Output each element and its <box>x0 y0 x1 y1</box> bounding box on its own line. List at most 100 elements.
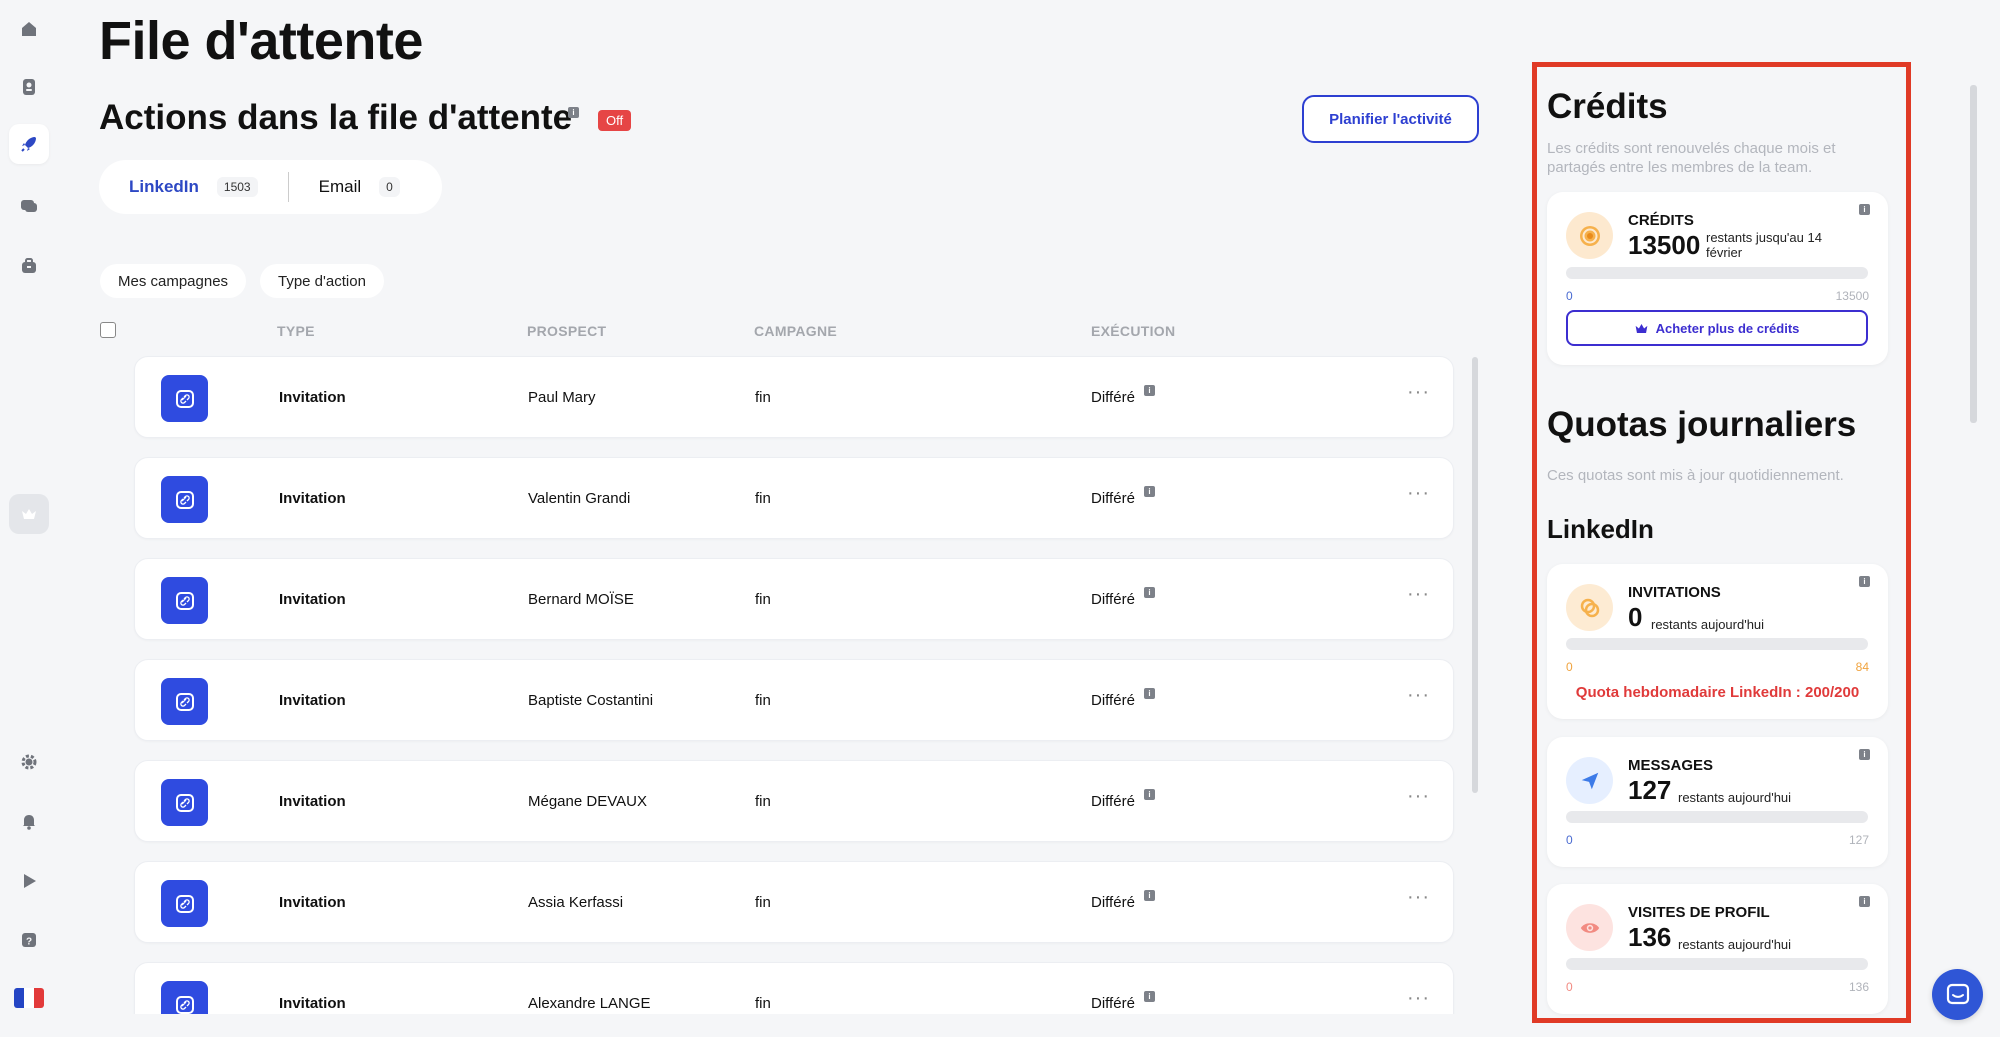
row-campaign: fin <box>755 692 771 709</box>
queue-scrollbar[interactable] <box>1472 357 1478 793</box>
nav-contacts-icon[interactable] <box>9 67 49 107</box>
table-row[interactable]: Invitation Paul Mary fin Différé i ··· <box>134 356 1454 438</box>
buy-credits-button[interactable]: Acheter plus de crédits <box>1566 310 1868 346</box>
tab-email[interactable]: Email 0 <box>287 172 430 202</box>
execution-info-icon[interactable]: i <box>1144 789 1155 800</box>
row-menu-icon[interactable]: ··· <box>1407 785 1430 808</box>
select-all-checkbox[interactable] <box>100 322 116 338</box>
credits-range-min: 0 <box>1566 289 1573 303</box>
support-chat-button[interactable] <box>1932 969 1983 1020</box>
execution-info-icon[interactable]: i <box>1144 890 1155 901</box>
credits-progress-bar <box>1566 267 1868 279</box>
table-row[interactable]: Invitation Assia Kerfassi fin Différé i … <box>134 861 1454 943</box>
table-row[interactable]: Invitation Alexandre LANGE fin Différé i… <box>134 962 1454 1014</box>
column-header-prospect: PROSPECT <box>527 323 607 339</box>
tab-linkedin-count: 1503 <box>216 177 258 197</box>
execution-info-icon[interactable]: i <box>1144 587 1155 598</box>
credits-info-icon[interactable]: i <box>1859 204 1870 215</box>
eye-icon <box>1566 904 1613 951</box>
messages-range-min: 0 <box>1566 833 1573 847</box>
execution-info-icon[interactable]: i <box>1144 688 1155 699</box>
nav-campaigns-icon[interactable] <box>9 124 49 164</box>
invitations-label: INVITATIONS <box>1628 584 1721 601</box>
visits-progress-bar <box>1566 958 1868 970</box>
row-type: Invitation <box>279 692 346 709</box>
row-menu-icon[interactable]: ··· <box>1407 987 1430 1010</box>
credits-value: 13500 <box>1628 230 1701 260</box>
invitation-link-icon <box>161 779 208 826</box>
credits-card: CRÉDITS 13500 restants jusqu'au 14 févri… <box>1547 192 1888 365</box>
credits-title: Crédits <box>1547 87 1668 126</box>
row-execution: Différé <box>1091 692 1135 709</box>
chat-bubble-icon <box>1946 983 1969 1004</box>
weekly-quota-warning: Quota hebdomadaire LinkedIn : 200/200 <box>1575 684 1860 701</box>
row-execution: Différé <box>1091 389 1135 406</box>
visits-info-icon[interactable]: i <box>1859 896 1870 907</box>
invitation-link-icon <box>161 678 208 725</box>
nav-tools-icon[interactable] <box>9 246 49 286</box>
info-icon[interactable]: i <box>568 107 579 118</box>
nav-tutorials-icon[interactable] <box>9 861 49 901</box>
filter-action-type[interactable]: Type d'action <box>260 264 384 298</box>
filter-my-campaigns[interactable]: Mes campagnes <box>100 264 247 298</box>
contacts-icon <box>23 79 35 95</box>
execution-info-icon[interactable]: i <box>1144 486 1155 497</box>
nav-settings-icon[interactable] <box>9 742 49 782</box>
row-menu-icon[interactable]: ··· <box>1407 684 1430 707</box>
quotas-title: Quotas journaliers <box>1547 405 1857 444</box>
table-row[interactable]: Invitation Mégane DEVAUX fin Différé i ·… <box>134 760 1454 842</box>
invitation-link-icon <box>161 880 208 927</box>
home-icon <box>22 22 36 36</box>
invitation-link-icon <box>161 981 208 1014</box>
queue-status-badge[interactable]: Off <box>598 110 632 131</box>
row-prospect: Baptiste Costantini <box>528 692 654 709</box>
table-row[interactable]: Invitation Baptiste Costantini fin Diffé… <box>134 659 1454 741</box>
row-type: Invitation <box>279 894 346 911</box>
row-execution: Différé <box>1091 490 1135 507</box>
svg-text:?: ? <box>26 937 32 948</box>
channel-tabs: LinkedIn 1503 Email 0 <box>99 160 442 214</box>
nav-home-icon[interactable] <box>9 9 49 49</box>
credits-quotas-panel: Crédits Les crédits sont renouvelés chaq… <box>1532 62 1911 1023</box>
row-menu-icon[interactable]: ··· <box>1407 886 1430 909</box>
row-campaign: fin <box>755 894 771 911</box>
briefcase-icon <box>22 258 36 273</box>
plan-activity-button[interactable]: Planifier l'activité <box>1302 95 1479 143</box>
execution-info-icon[interactable]: i <box>1144 991 1155 1002</box>
tab-linkedin-label: LinkedIn <box>129 177 199 196</box>
visits-value: 136 <box>1628 922 1672 952</box>
page-scrollbar[interactable] <box>1970 85 1977 423</box>
invitations-quota-card: INVITATIONS 0 restants aujourd'hui i 0 8… <box>1547 564 1888 719</box>
tab-linkedin[interactable]: LinkedIn 1503 <box>99 172 288 202</box>
invitations-progress-bar <box>1566 638 1868 650</box>
row-campaign: fin <box>755 490 771 507</box>
row-prospect: Assia Kerfassi <box>528 894 624 911</box>
visits-sub: restants aujourd'hui <box>1678 937 1792 952</box>
credits-range-max: 13500 <box>1835 289 1869 303</box>
page-title: File d'attente <box>99 11 423 71</box>
queue-table: Invitation Paul Mary fin Différé i ··· I… <box>130 352 1460 1014</box>
table-row[interactable]: Invitation Bernard MOÏSE fin Différé i ·… <box>134 558 1454 640</box>
nav-premium-icon[interactable] <box>9 494 49 534</box>
execution-info-icon[interactable]: i <box>1144 385 1155 396</box>
row-menu-icon[interactable]: ··· <box>1407 482 1430 505</box>
messages-quota-card: MESSAGES 127 restants aujourd'hui i 0 12… <box>1547 737 1888 867</box>
visits-label: VISITES DE PROFIL <box>1628 904 1770 921</box>
row-type: Invitation <box>279 490 346 507</box>
invitation-link-icon <box>161 577 208 624</box>
nav-messages-icon[interactable] <box>9 186 49 226</box>
row-menu-icon[interactable]: ··· <box>1407 381 1430 404</box>
row-type: Invitation <box>279 995 346 1012</box>
messages-progress-bar <box>1566 811 1868 823</box>
language-flag-icon[interactable] <box>14 988 44 1008</box>
row-execution: Différé <box>1091 995 1135 1012</box>
invitations-info-icon[interactable]: i <box>1859 576 1870 587</box>
nav-notifications-icon[interactable] <box>9 801 49 841</box>
credits-renewal-line1: restants jusqu'au 14 <box>1706 230 1822 245</box>
row-menu-icon[interactable]: ··· <box>1407 583 1430 606</box>
messages-info-icon[interactable]: i <box>1859 749 1870 760</box>
nav-help-icon[interactable]: ? <box>9 920 49 960</box>
visits-range-min: 0 <box>1566 980 1573 994</box>
table-row[interactable]: Invitation Valentin Grandi fin Différé i… <box>134 457 1454 539</box>
row-prospect: Mégane DEVAUX <box>528 793 647 810</box>
